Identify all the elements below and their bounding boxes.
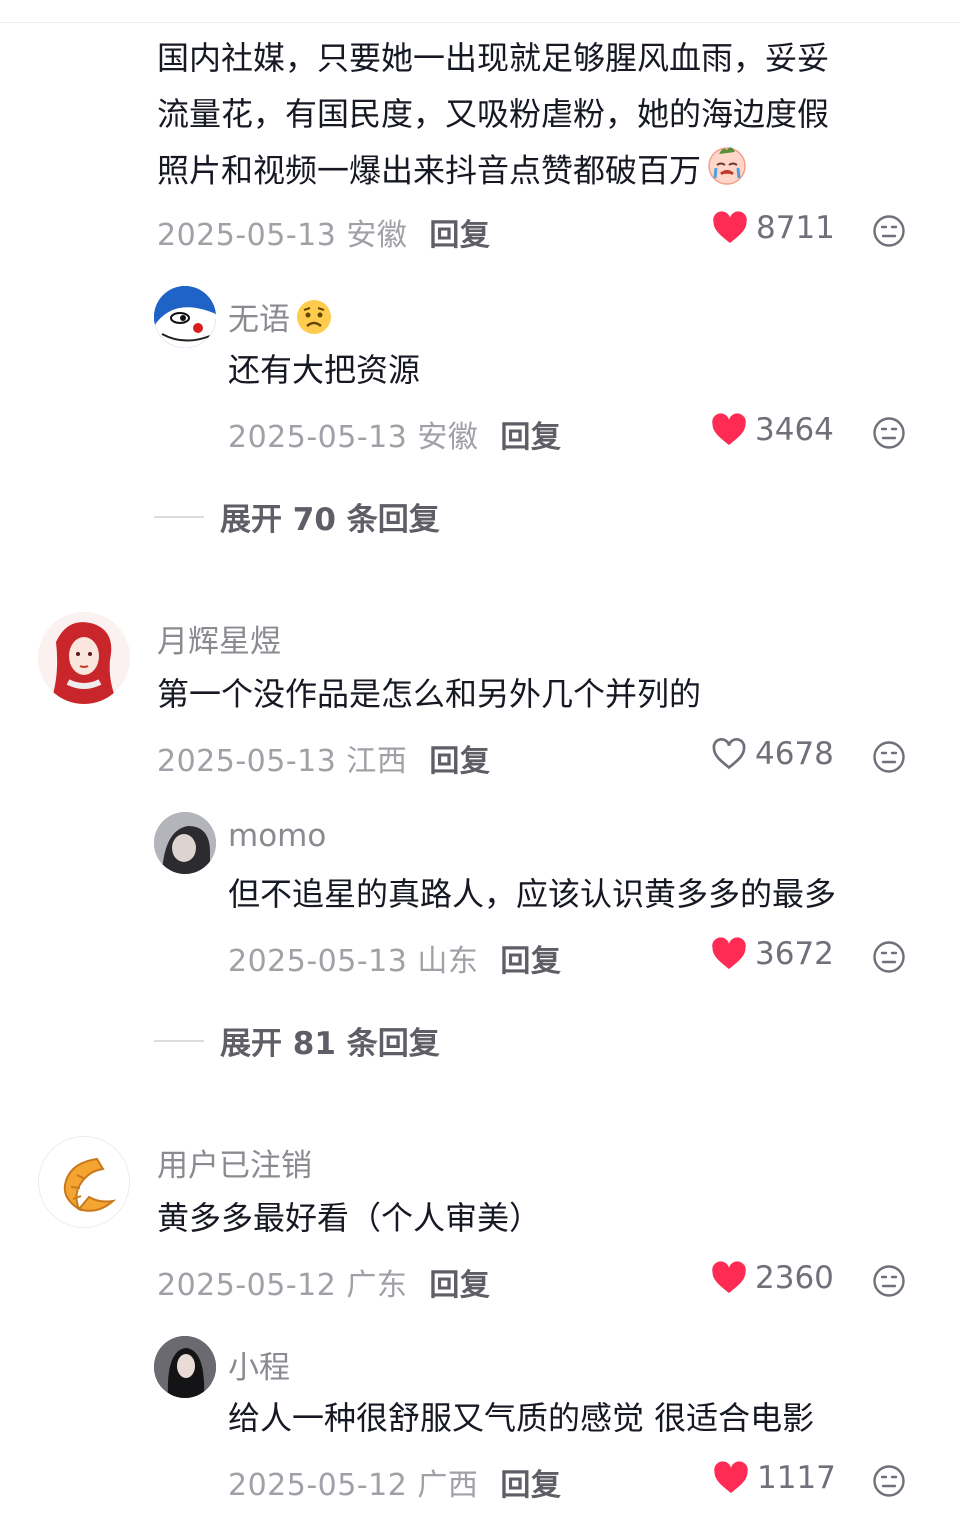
comment-region: 安徽 [346,218,408,253]
comment-region: 广东 [346,1268,408,1303]
reply-2-avatar[interactable] [154,812,216,874]
reply-button[interactable]: 回复 [429,744,490,779]
expand-divider [154,1039,204,1042]
heart-filled-icon [712,413,746,445]
comment-region: 山东 [417,944,479,979]
heart-filled-icon [714,1461,748,1493]
comment-2-meta: 2025-05-13 江西 回复 [157,736,490,780]
heart-outline-icon [712,737,746,770]
username[interactable]: 小程 [228,1342,290,1387]
like-count: 2360 [755,1260,834,1296]
dislike-face-icon[interactable] [872,1264,906,1298]
comment-1-meta: 2025-05-13 安徽 回复 [157,210,490,254]
expand-replies-label: 展开 70 条回复 [220,502,440,538]
comment-1-line-2: 流量花，有国民度，又吸粉虐粉，她的海边度假 [157,95,830,133]
reply-1-avatar[interactable] [154,286,216,348]
comment-1-line-3-row: 照片和视频一爆出来抖音点赞都破百万 [157,142,829,203]
like-button[interactable]: 4678 [711,736,834,772]
like-count: 3672 [755,936,834,972]
portrait-avatar-icon [154,1336,216,1398]
like-count: 1117 [757,1460,836,1496]
crying-face-emoji-icon [705,142,749,203]
reply-button[interactable]: 回复 [500,1468,561,1503]
username[interactable]: 无语 [228,294,290,339]
portrait-avatar-icon [154,812,216,874]
expand-divider [154,515,204,518]
comment-3-text: 黄多多最好看（个人审美） [157,1199,542,1237]
dislike-face-icon[interactable] [872,416,906,450]
reply-button[interactable]: 回复 [429,218,490,253]
comment-date: 2025-05-13 [228,944,408,979]
like-count: 4678 [755,736,834,772]
dislike-face-icon[interactable] [872,940,906,974]
comment-date: 2025-05-13 [157,218,337,253]
comment-region: 安徽 [417,420,479,455]
comment-3-meta: 2025-05-12 广东 回复 [157,1260,490,1304]
reply-button[interactable]: 回复 [429,1268,490,1303]
anime-girl-avatar-icon [38,612,130,704]
heart-filled-icon [713,211,747,243]
username[interactable]: 月辉星煜 [157,616,281,661]
like-count: 3464 [755,412,834,448]
dislike-face-icon[interactable] [872,740,906,774]
comment-region: 广西 [417,1468,479,1503]
expand-replies-label: 展开 81 条回复 [220,1026,440,1062]
expand-replies-button[interactable]: 展开 81 条回复 [154,1018,440,1063]
top-divider [0,22,960,23]
comment-1-text: 国内社媒，只要她一出现就足够腥风血雨，妥妥 流量花，有国民度，又吸粉虐粉，她的海… [157,30,829,203]
comment-3-avatar[interactable] [38,1136,130,1228]
comment-date: 2025-05-13 [157,744,337,779]
comment-date: 2025-05-12 [157,1268,337,1303]
reply-1-meta: 2025-05-13 安徽 回复 [228,412,561,456]
like-button[interactable]: 2360 [711,1260,834,1296]
reply-3-avatar[interactable] [154,1336,216,1398]
reply-3-meta: 2025-05-12 广西 回复 [228,1460,561,1504]
like-count: 8711 [756,210,835,246]
comment-region: 江西 [346,744,408,779]
like-button[interactable]: 3464 [711,412,834,448]
reply-3-text: 给人一种很舒服又气质的感觉 很适合电影 [228,1399,815,1437]
reply-1-header: 无语 [228,294,334,339]
expand-replies-button[interactable]: 展开 70 条回复 [154,494,440,539]
comment-1-line-1: 国内社媒，只要她一出现就足够腥风血雨，妥妥 [157,39,830,77]
dislike-face-icon[interactable] [872,1464,906,1498]
heart-filled-icon [712,1261,746,1293]
like-button[interactable]: 3672 [711,936,834,972]
worried-face-emoji-icon [297,299,331,334]
comment-2-text: 第一个没作品是怎么和另外几个并列的 [157,675,702,713]
heart-filled-icon [712,937,746,969]
comment-1-line-3: 照片和视频一爆出来抖音点赞都破百万 [157,151,702,190]
like-button[interactable]: 8711 [712,210,835,246]
comment-2-avatar[interactable] [38,612,130,704]
like-button[interactable]: 1117 [713,1460,836,1496]
reply-2-meta: 2025-05-13 山东 回复 [228,936,561,980]
reply-button[interactable]: 回复 [500,420,561,455]
username[interactable]: 用户已注销 [157,1140,312,1185]
comment-date: 2025-05-13 [228,420,408,455]
bird-avatar-icon [154,286,216,348]
dislike-face-icon[interactable] [872,214,906,248]
username[interactable]: momo [228,818,326,854]
reply-button[interactable]: 回复 [500,944,561,979]
croissant-avatar-icon [39,1137,129,1227]
reply-1-text: 还有大把资源 [228,351,421,389]
comment-date: 2025-05-12 [228,1468,408,1503]
reply-2-text: 但不追星的真路人，应该认识黄多多的最多 [228,875,837,913]
